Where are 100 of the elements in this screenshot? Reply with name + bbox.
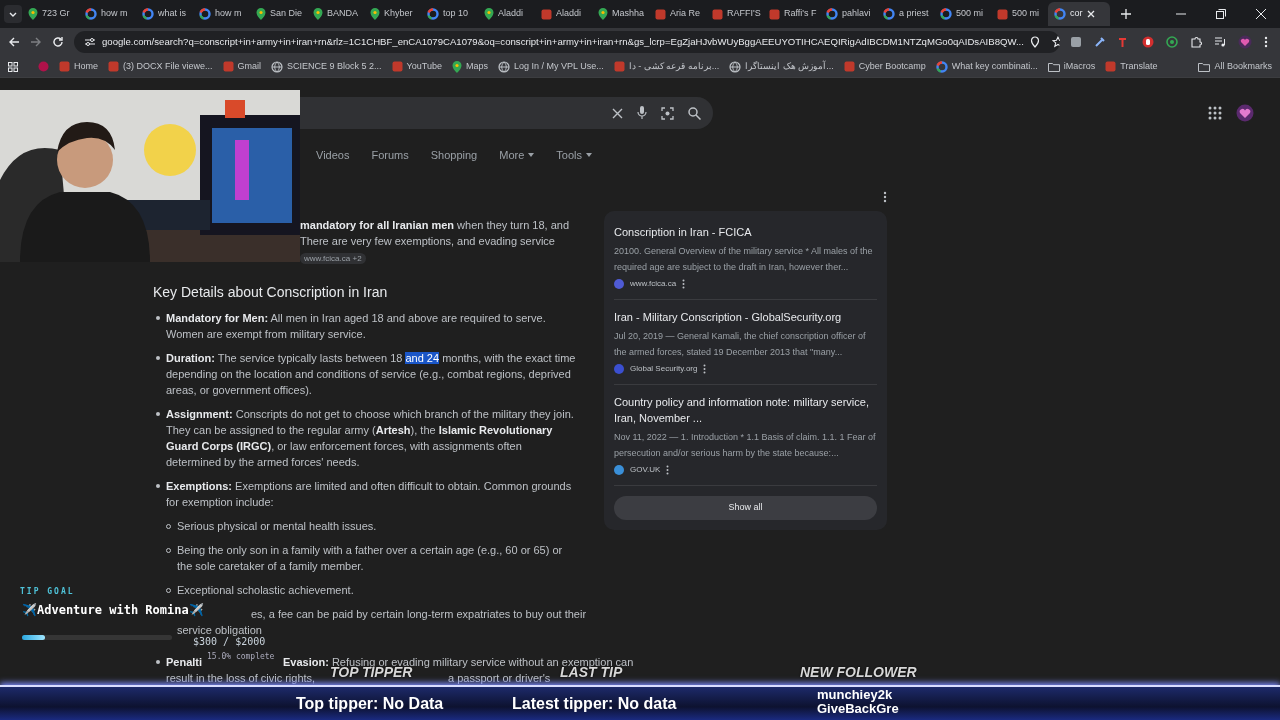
bookmark[interactable]: آموزش هک اینستاگرا... xyxy=(729,59,834,74)
bookmark[interactable]: YouTube xyxy=(391,59,442,74)
close-icon[interactable] xyxy=(1086,10,1095,18)
show-all-button[interactable]: Show all xyxy=(614,495,877,520)
browser-tab[interactable]: cor xyxy=(1048,2,1110,26)
bookmark[interactable]: Log In / My VPL Use... xyxy=(498,59,604,74)
browser-tab[interactable]: Aladdi xyxy=(478,2,535,26)
bookmark[interactable]: (3) DOCX File viewe... xyxy=(108,59,213,74)
browser-tab[interactable]: a priest xyxy=(877,2,934,26)
clear-icon[interactable] xyxy=(612,107,623,119)
browser-tab[interactable]: 500 mi xyxy=(934,2,991,26)
search-tab[interactable]: Shopping xyxy=(430,147,478,164)
bookmark[interactable]: SCIENCE 9 Block 5 2... xyxy=(271,59,382,74)
search-tab[interactable]: Videos xyxy=(316,147,350,164)
dropper-icon[interactable] xyxy=(1094,36,1106,48)
result-title[interactable]: Iran - Military Conscription - GlobalSecurity.org xyxy=(614,308,877,325)
list-text: service obligation xyxy=(177,622,262,637)
new-tab-icon[interactable] xyxy=(1120,8,1132,20)
map-pin-icon xyxy=(452,60,462,73)
browser-tab[interactable]: pahlavi xyxy=(820,2,877,26)
list-text: Being the only son in a family with a father over a certain age (e.g., 60 or 65) or the sole caretaker of a family member. xyxy=(177,542,564,574)
list-text: Penalti xyxy=(166,654,203,670)
browser-tab[interactable]: BANDA xyxy=(307,2,364,26)
restore-icon[interactable] xyxy=(1216,9,1226,19)
list-text: Exemptions: Exemptions are limited and often difficult to obtain. Common grounds for exemption include: xyxy=(166,478,573,510)
bookmark[interactable]: Translate xyxy=(1105,59,1158,74)
camera-lens-icon[interactable] xyxy=(661,106,674,120)
goal-amount: $300 / $2000 xyxy=(193,636,266,649)
forward-icon[interactable] xyxy=(30,36,42,48)
site-settings-icon[interactable] xyxy=(84,36,96,48)
bookmark[interactable]: Maps xyxy=(452,59,488,74)
result-snippet: Jul 20, 2019 — General Kamali, the chief conscription officer of the armed forces, stated 19 December 2013 that "many... xyxy=(614,329,867,359)
apps-grid-icon[interactable] xyxy=(8,61,18,72)
latest-tipper-text: Latest tipper: No data xyxy=(512,694,677,714)
ring-icon xyxy=(826,8,838,20)
browser-tab[interactable]: RAFFI'S xyxy=(706,2,763,26)
bookmark[interactable]: Home xyxy=(59,59,98,74)
ring-icon xyxy=(199,8,211,20)
browser-tab[interactable]: San Die xyxy=(250,2,307,26)
bookmark[interactable]: All Bookmarks xyxy=(1198,59,1272,74)
heart-avatar-icon[interactable] xyxy=(1238,35,1252,49)
caret-icon xyxy=(528,153,535,158)
caret-icon xyxy=(585,153,592,158)
more-options-icon[interactable] xyxy=(666,464,670,475)
bookmark[interactable]: Cyber Bootcamp xyxy=(843,59,926,74)
bullet-icon xyxy=(156,483,160,488)
star-icon[interactable] xyxy=(1051,36,1060,48)
search-tab[interactable]: More xyxy=(499,147,535,164)
search-tab[interactable]: Tools xyxy=(556,147,592,164)
microphone-icon[interactable] xyxy=(637,106,647,120)
extension-icon[interactable] xyxy=(1070,36,1082,48)
bookmark[interactable]: Gmail xyxy=(222,59,262,74)
bullet-icon xyxy=(156,411,160,416)
ring-icon xyxy=(940,8,952,20)
globe-icon xyxy=(271,60,284,73)
extension-icon[interactable] xyxy=(1166,36,1178,48)
playlist-icon[interactable] xyxy=(1214,36,1226,48)
result-title[interactable]: Conscription in Iran - FCICA xyxy=(614,223,877,240)
puzzle-icon[interactable] xyxy=(1190,36,1202,48)
browser-tab[interactable]: top 10 xyxy=(421,2,478,26)
browser-tab[interactable]: 500 mi xyxy=(991,2,1048,26)
caret-icon[interactable] xyxy=(4,5,22,23)
map-pin-icon xyxy=(370,8,380,20)
ring-icon xyxy=(85,8,97,20)
site-name: Global Security.org xyxy=(630,362,698,375)
close-icon[interactable] xyxy=(1256,9,1266,19)
map-pin-icon xyxy=(484,8,494,20)
browser-tab[interactable]: Raffi's F xyxy=(763,2,820,26)
bookmark[interactable]: iMacros xyxy=(1047,59,1096,74)
search-tab[interactable]: Forums xyxy=(371,147,409,164)
browser-tab[interactable]: 723 Gr xyxy=(22,2,79,26)
browser-tab[interactable]: Aladdi xyxy=(535,2,592,26)
more-options-icon[interactable] xyxy=(682,278,686,289)
browser-tab[interactable]: Khyber xyxy=(364,2,421,26)
result-title[interactable]: Country policy and information note: military service, Iran, November ... xyxy=(614,393,877,426)
more-options-icon[interactable] xyxy=(703,363,707,374)
more-options-icon[interactable] xyxy=(883,190,887,203)
reload-icon[interactable] xyxy=(52,36,64,48)
menu-icon[interactable] xyxy=(1264,36,1268,48)
site-icon xyxy=(613,61,625,72)
heart-avatar-icon[interactable] xyxy=(1236,104,1254,122)
back-icon[interactable] xyxy=(8,36,20,48)
apps-grid-icon[interactable] xyxy=(1208,106,1222,120)
bookmark[interactable]: What key combinati... xyxy=(935,59,1038,74)
browser-tab[interactable]: how m xyxy=(193,2,250,26)
location-pin-icon[interactable] xyxy=(1029,36,1040,48)
source-link[interactable]: www.fcica.ca +2 xyxy=(300,252,366,264)
site-icon xyxy=(769,8,780,20)
browser-tab[interactable]: how m xyxy=(79,2,136,26)
browser-tab[interactable]: Aria Re xyxy=(649,2,706,26)
search-field[interactable] xyxy=(300,97,713,129)
search-icon[interactable] xyxy=(688,106,701,120)
result-snippet: 20100. General Overview of the military service * All males of the required age are subject to the draft in Iran, however ther... xyxy=(614,244,874,274)
bookmark[interactable]: برنامه قرعه کشی - دا... xyxy=(613,59,720,74)
list-text: Exceptional scholastic achievement. xyxy=(177,582,354,598)
browser-tab[interactable]: what is xyxy=(136,2,193,26)
address-bar[interactable]: google.com/search?q=conscript+in+army+in+iran+rn&rlz=1C1CHBF_enCA1079CA1079&oq=conscript+in+army+in+iran+rn&gs_lcrp=EgZjaHJvbWUyBggAEEUYOTIHCAEQIRigAdIBCDM1NTZqMGo0qAIDsAIB8QW... xyxy=(74,31,1060,53)
overlay-label: NEW FOLLOWER xyxy=(800,664,917,681)
browser-tab[interactable]: Mashha xyxy=(592,2,649,26)
bullet-icon xyxy=(156,659,160,664)
